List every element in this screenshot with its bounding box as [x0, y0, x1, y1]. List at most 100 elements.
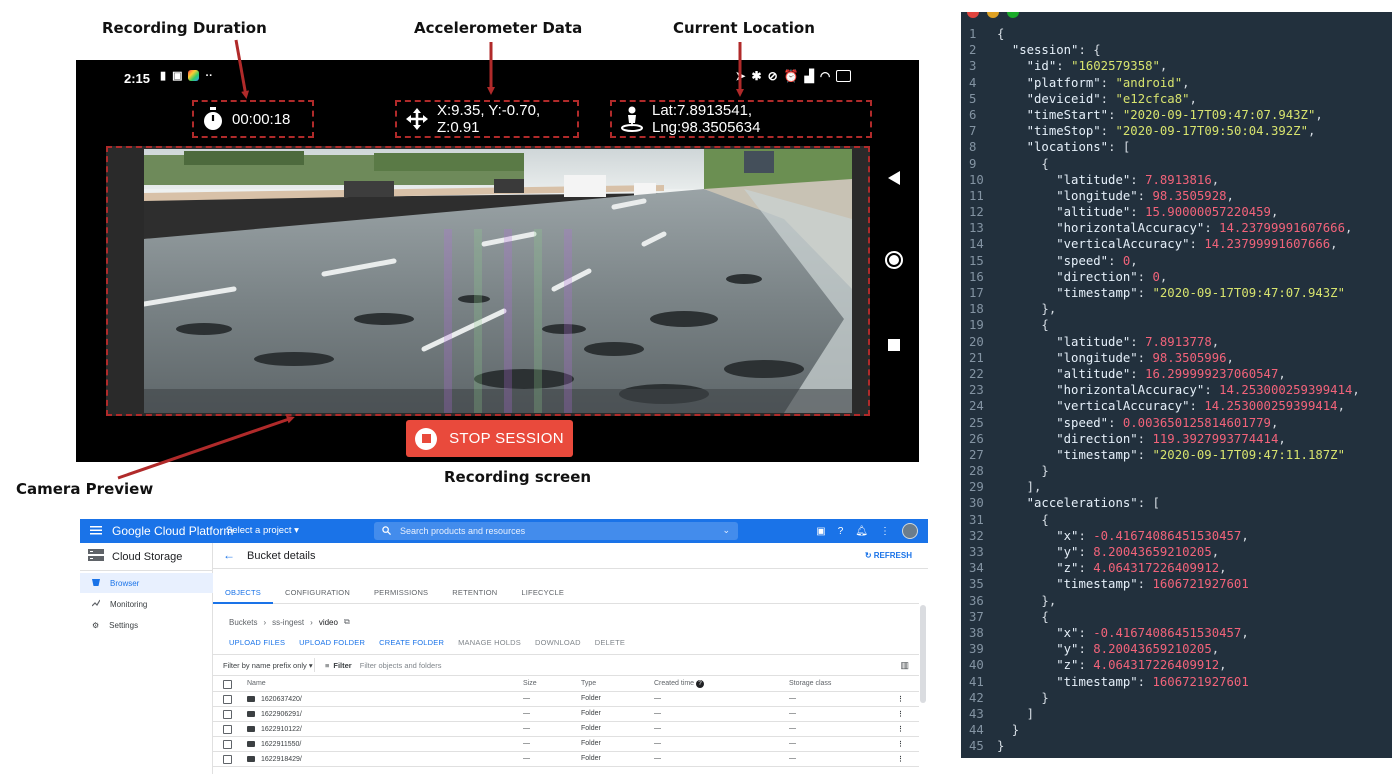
avatar[interactable]	[902, 523, 918, 539]
json-code-panel: 1{2 "session": {3 "id": "1602579358", 4 "…	[961, 12, 1392, 758]
stop-session-label: STOP SESSION	[449, 430, 564, 447]
delete-button[interactable]: DELETE	[595, 638, 625, 647]
minimize-dot-icon[interactable]	[987, 12, 999, 18]
filter-button[interactable]: ≡ Filter	[315, 661, 352, 670]
table-row[interactable]: 1622918429/ — Folder — — ⋮	[213, 752, 919, 767]
line-number: 3	[969, 59, 977, 74]
line-number: 2	[969, 43, 977, 58]
copy-icon[interactable]: ⧉	[344, 617, 350, 627]
row-name[interactable]: 1620637420/	[247, 695, 302, 703]
code-line: 4 "platform": "android",	[961, 75, 1392, 91]
close-dot-icon[interactable]	[967, 12, 979, 18]
code-text: }	[997, 690, 1048, 706]
code-text: "speed": 0,	[997, 253, 1137, 269]
help-circle-icon[interactable]: ?	[696, 680, 705, 688]
code-line: 40 "z": 4.064317226409912,	[961, 657, 1392, 673]
project-selector[interactable]: Select a project ▾	[226, 525, 299, 536]
col-name[interactable]: Name	[247, 680, 266, 687]
nav-item-settings[interactable]: ⚙ Settings	[80, 615, 213, 635]
column-display-icon[interactable]: ▥	[900, 660, 909, 671]
line-number: 6	[969, 107, 977, 122]
gcp-brand[interactable]: Google Cloud Platform	[112, 524, 233, 538]
stop-session-button[interactable]: STOP SESSION	[406, 420, 573, 457]
refresh-button[interactable]: ↻ REFRESH	[865, 551, 912, 560]
home-circle-icon[interactable]	[884, 250, 904, 270]
upload-folder-button[interactable]: UPLOAD FOLDER	[299, 638, 365, 647]
row-checkbox[interactable]	[223, 755, 232, 764]
row-checkbox[interactable]	[223, 725, 232, 734]
upload-files-button[interactable]: UPLOAD FILES	[229, 638, 285, 647]
tab-lifecycle[interactable]: LIFECYCLE	[509, 582, 576, 604]
code-token: {	[997, 609, 1049, 624]
row-checkbox[interactable]	[223, 710, 232, 719]
duration-value: 00:00:18	[232, 110, 291, 128]
manage-holds-button[interactable]: MANAGE HOLDS	[458, 638, 521, 647]
row-type: Folder	[581, 725, 601, 732]
filter-label: Filter	[333, 660, 352, 670]
notifications-icon[interactable]: 🔔︎	[855, 526, 868, 537]
maximize-dot-icon[interactable]	[1007, 12, 1019, 18]
row-more-icon[interactable]: ⋮	[897, 725, 904, 733]
tab-retention[interactable]: RETENTION	[440, 582, 509, 604]
row-type: Folder	[581, 740, 601, 747]
code-token: "speed"	[1056, 415, 1109, 430]
code-line: 36 },	[961, 593, 1392, 609]
row-more-icon[interactable]: ⋮	[897, 695, 904, 703]
recents-square-icon[interactable]	[887, 338, 901, 352]
code-token: "y"	[1056, 545, 1079, 559]
help-icon[interactable]: ?	[838, 526, 844, 537]
breadcrumb-bucket[interactable]: ss-ingest	[272, 618, 304, 627]
more-vert-icon[interactable]: ⋮	[880, 526, 890, 537]
tab-permissions[interactable]: PERMISSIONS	[362, 582, 440, 604]
table-row[interactable]: 1622911550/ — Folder — — ⋮	[213, 737, 919, 752]
col-size[interactable]: Size	[523, 680, 537, 687]
row-checkbox[interactable]	[223, 740, 232, 749]
filter-input[interactable]: Filter objects and folders	[352, 661, 442, 670]
download-button[interactable]: DOWNLOAD	[535, 638, 581, 647]
back-arrow-icon[interactable]: ←	[223, 548, 235, 562]
gcp-search-bar[interactable]: Search products and resources ⌄	[374, 522, 738, 540]
filter-prefix-dropdown[interactable]: Filter by name prefix only ▾	[213, 658, 315, 672]
code-token: :	[1137, 286, 1153, 300]
line-number: 42	[969, 690, 984, 705]
code-token: "timeStart"	[1026, 107, 1109, 122]
row-more-icon[interactable]: ⋮	[897, 740, 904, 748]
nav-item-browser[interactable]: Browser	[80, 573, 213, 593]
back-triangle-icon[interactable]	[886, 170, 902, 186]
table-row[interactable]: 1622910122/ — Folder — — ⋮	[213, 722, 919, 737]
vertical-scrollbar[interactable]	[920, 605, 926, 703]
hamburger-menu-icon[interactable]	[90, 524, 102, 539]
code-token: "2020-09-17T09:47:07.943Z"	[1122, 107, 1316, 122]
col-storage-class[interactable]: Storage class	[789, 680, 831, 687]
code-token: 0.003650125814601779	[1122, 415, 1271, 430]
col-type[interactable]: Type	[581, 680, 596, 687]
cloud-shell-icon[interactable]: ▣	[816, 526, 825, 537]
row-more-icon[interactable]: ⋮	[897, 755, 904, 763]
table-row[interactable]: 1620637420/ — Folder — — ⋮	[213, 692, 919, 707]
create-folder-button[interactable]: CREATE FOLDER	[379, 638, 444, 647]
row-size: —	[523, 695, 530, 702]
code-line: 5 "deviceid": "e12cfca8",	[961, 91, 1392, 107]
status-left-icons: ▮ ▣ ··	[160, 69, 213, 83]
row-more-icon[interactable]: ⋮	[897, 710, 904, 718]
breadcrumb-buckets[interactable]: Buckets	[229, 618, 257, 627]
row-checkbox[interactable]	[223, 695, 232, 704]
select-all-checkbox[interactable]	[223, 680, 232, 689]
code-token: ]	[997, 706, 1035, 721]
code-text: "locations": [	[997, 139, 1131, 155]
tab-objects[interactable]: OBJECTS	[213, 582, 273, 604]
row-name-text: 1620637420/	[261, 696, 302, 703]
search-expand-icon[interactable]: ⌄	[722, 525, 730, 536]
code-token: ,	[1219, 561, 1227, 576]
nav-item-monitoring[interactable]: Monitoring	[80, 594, 213, 614]
row-name[interactable]: 1622906291/	[247, 710, 302, 718]
code-token: :	[1108, 415, 1123, 430]
row-name[interactable]: 1622910122/	[247, 725, 302, 733]
row-name[interactable]: 1622918429/	[247, 755, 302, 763]
row-name[interactable]: 1622911550/	[247, 740, 301, 748]
table-row[interactable]: 1622906291/ — Folder — — ⋮	[213, 707, 919, 722]
col-created-time[interactable]: Created time ?	[654, 680, 705, 688]
tab-configuration[interactable]: CONFIGURATION	[273, 582, 362, 604]
